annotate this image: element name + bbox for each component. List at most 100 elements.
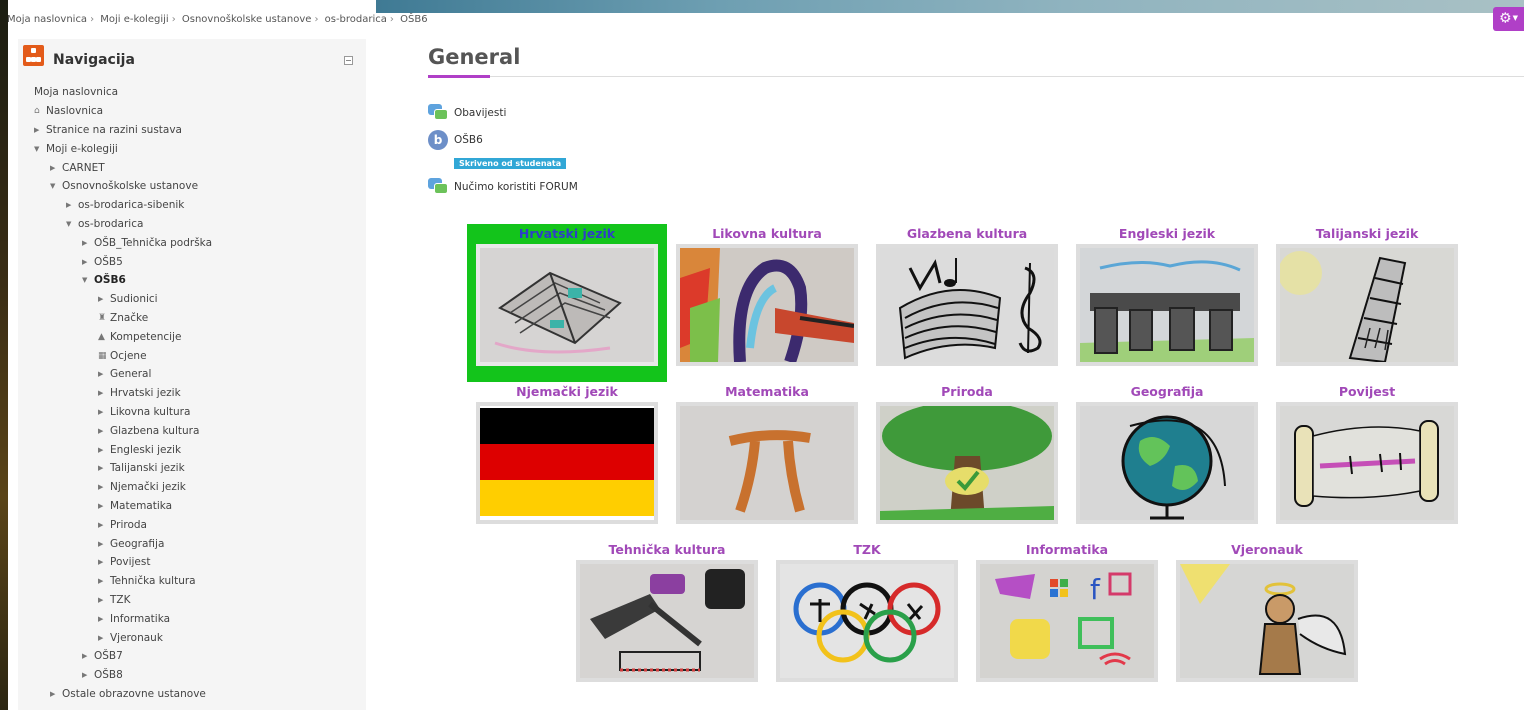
nav-item-label[interactable]: Tehnička kultura — [110, 575, 196, 587]
nav-item-label[interactable]: Značke — [110, 312, 148, 324]
nav-item-label[interactable]: General — [110, 368, 151, 380]
nav-item[interactable]: ▶ General — [18, 365, 366, 384]
breadcrumb-item[interactable]: OŠB6 — [400, 14, 427, 25]
scroll-drawing[interactable] — [1276, 402, 1458, 524]
expanded-arrow-icon[interactable]: ▼ — [82, 276, 94, 284]
nav-item-label[interactable]: TZK — [110, 594, 131, 606]
tile-label[interactable]: Talijanski jezik — [1276, 226, 1458, 244]
nav-item-label[interactable]: Povijest — [110, 556, 150, 568]
nav-item-label[interactable]: Naslovnica — [46, 105, 103, 117]
collapsed-arrow-icon[interactable]: ▶ — [98, 577, 110, 585]
nav-item-label[interactable]: Kompetencije — [110, 331, 181, 343]
nav-item-label[interactable]: os-brodarica-sibenik — [78, 199, 184, 211]
nav-item[interactable]: ▶ OŠB5 — [18, 252, 366, 271]
nav-item[interactable]: ▶ Priroda — [18, 515, 366, 534]
collapsed-arrow-icon[interactable]: ▶ — [98, 502, 110, 510]
activity-label[interactable]: Obavijesti — [454, 107, 506, 119]
collapsed-arrow-icon[interactable]: ▶ — [98, 615, 110, 623]
nav-item-label[interactable]: Sudionici — [110, 293, 158, 305]
collapsed-arrow-icon[interactable]: ▶ — [98, 370, 110, 378]
pi-drawing[interactable] — [676, 402, 858, 524]
music-drawing[interactable] — [876, 244, 1058, 366]
collapsed-arrow-icon[interactable]: ▶ — [50, 164, 62, 172]
breadcrumb-item[interactable]: Moja naslovnica — [7, 14, 87, 25]
tile-informatika[interactable]: Informatika f — [976, 542, 1158, 682]
tile-talijanski-jezik[interactable]: Talijanski jezik — [1276, 226, 1458, 366]
nav-item-label[interactable]: Matematika — [110, 500, 172, 512]
nav-item[interactable]: ▶ Glazbena kultura — [18, 421, 366, 440]
collapsed-arrow-icon[interactable]: ▶ — [82, 239, 94, 247]
nav-item[interactable]: ▶ Stranice na razini sustava — [18, 121, 366, 140]
nav-item[interactable]: ▼ Osnovnoškolske ustanove — [18, 177, 366, 196]
book-drawing[interactable] — [476, 244, 658, 366]
collapsed-arrow-icon[interactable]: ▶ — [98, 389, 110, 397]
stonehenge-drawing[interactable] — [1076, 244, 1258, 366]
collapsed-arrow-icon[interactable]: ▶ — [98, 558, 110, 566]
nav-item[interactable]: ▼ os-brodarica — [18, 215, 366, 234]
collapsed-arrow-icon[interactable]: ▶ — [98, 408, 110, 416]
breadcrumb-item[interactable]: Osnovnoškolske ustanove — [182, 14, 312, 25]
nav-item-label[interactable]: CARNET — [62, 162, 105, 174]
tools-drawing[interactable] — [576, 560, 758, 682]
tile-vjeronauk[interactable]: Vjeronauk — [1176, 542, 1358, 682]
globe-drawing[interactable] — [1076, 402, 1258, 524]
nav-item[interactable]: ▶ Informatika — [18, 609, 366, 628]
collapsed-arrow-icon[interactable]: ▶ — [82, 652, 94, 660]
nav-item-label[interactable]: Osnovnoškolske ustanove — [62, 180, 198, 192]
nav-item-label[interactable]: OŠB6 — [94, 274, 126, 286]
nav-item-label[interactable]: Moji e-kolegiji — [46, 143, 118, 155]
collapsed-arrow-icon[interactable]: ▶ — [98, 483, 110, 491]
activity-forum[interactable]: Nučimo koristiti FORUM — [428, 177, 578, 197]
activity-bigbluebutton[interactable]: b OŠB6 — [428, 130, 483, 150]
nav-item[interactable]: ▶ os-brodarica-sibenik — [18, 196, 366, 215]
nav-item[interactable]: ▼ Moji e-kolegiji — [18, 139, 366, 158]
nav-item[interactable]: Moja naslovnica — [18, 83, 366, 102]
course-settings-button[interactable]: ⚙▼ — [1493, 7, 1524, 31]
nav-item-label[interactable]: Talijanski jezik — [110, 462, 185, 474]
tile-geografija[interactable]: Geografija — [1076, 384, 1258, 524]
collapsed-arrow-icon[interactable]: ▶ — [98, 521, 110, 529]
tile-povijest[interactable]: Povijest — [1276, 384, 1458, 524]
nav-item[interactable]: ▶ OŠB8 — [18, 666, 366, 685]
collapsed-arrow-icon[interactable]: ▶ — [66, 201, 78, 209]
collapsed-arrow-icon[interactable]: ▶ — [98, 446, 110, 454]
pisa-tower-drawing[interactable] — [1276, 244, 1458, 366]
nav-item[interactable]: ▲ Kompetencije — [18, 327, 366, 346]
collapsed-arrow-icon[interactable]: ▶ — [98, 295, 110, 303]
collapsed-arrow-icon[interactable]: ▶ — [98, 464, 110, 472]
nav-item[interactable]: ▼ OŠB6 — [18, 271, 366, 290]
tile-njemacki-jezik[interactable]: Njemački jezik — [476, 384, 658, 524]
nav-item[interactable]: ▶ OŠB_Tehnička podrška — [18, 233, 366, 252]
expanded-arrow-icon[interactable]: ▼ — [34, 145, 46, 153]
nav-item[interactable]: ▶ Njemački jezik — [18, 478, 366, 497]
nav-item-label[interactable]: OŠB_Tehnička podrška — [94, 237, 212, 249]
expanded-arrow-icon[interactable]: ▼ — [50, 182, 62, 190]
nav-item[interactable]: ▶ Likovna kultura — [18, 403, 366, 422]
collapsed-arrow-icon[interactable]: ▶ — [98, 427, 110, 435]
nav-item[interactable]: ▶ OŠB7 — [18, 647, 366, 666]
nav-item[interactable]: ▶ Matematika — [18, 497, 366, 516]
paint-drawing[interactable] — [676, 244, 858, 366]
nav-item-label[interactable]: Glazbena kultura — [110, 425, 199, 437]
nav-item[interactable]: ▶ CARNET — [18, 158, 366, 177]
tile-label[interactable]: Glazbena kultura — [876, 226, 1058, 244]
tree-drawing[interactable] — [876, 402, 1058, 524]
nav-item-label[interactable]: Engleski jezik — [110, 444, 181, 456]
nav-item-label[interactable]: Informatika — [110, 613, 170, 625]
angel-drawing[interactable] — [1176, 560, 1358, 682]
nav-item-label[interactable]: OŠB8 — [94, 669, 123, 681]
tile-priroda[interactable]: Priroda — [876, 384, 1058, 524]
nav-item-label[interactable]: Geografija — [110, 538, 164, 550]
nav-item[interactable]: ▶ Geografija — [18, 534, 366, 553]
tile-engleski-jezik[interactable]: Engleski jezik — [1076, 226, 1258, 366]
collapsed-arrow-icon[interactable]: ▶ — [98, 540, 110, 548]
expanded-arrow-icon[interactable]: ▼ — [66, 220, 78, 228]
tile-label[interactable]: Tehnička kultura — [576, 542, 758, 560]
tile-matematika[interactable]: Matematika — [676, 384, 858, 524]
nav-item[interactable]: ▶ Engleski jezik — [18, 440, 366, 459]
collapsed-arrow-icon[interactable]: ▶ — [98, 596, 110, 604]
activity-label[interactable]: OŠB6 — [454, 134, 483, 146]
nav-item-label[interactable]: Ocjene — [110, 350, 147, 362]
tile-label[interactable]: Priroda — [876, 384, 1058, 402]
nav-item-label[interactable]: OŠB5 — [94, 256, 123, 268]
